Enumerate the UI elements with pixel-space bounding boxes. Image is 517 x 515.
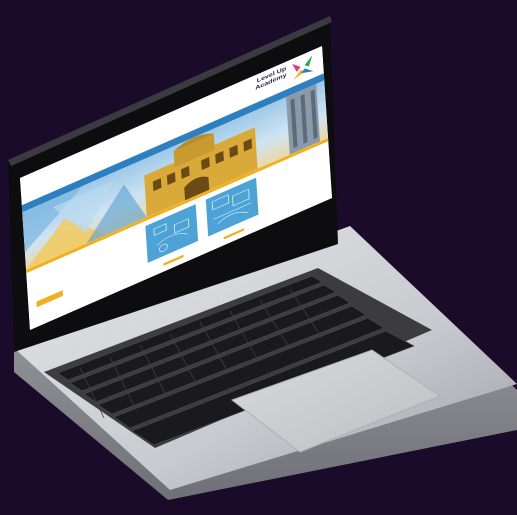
- cta-button[interactable]: [36, 290, 63, 308]
